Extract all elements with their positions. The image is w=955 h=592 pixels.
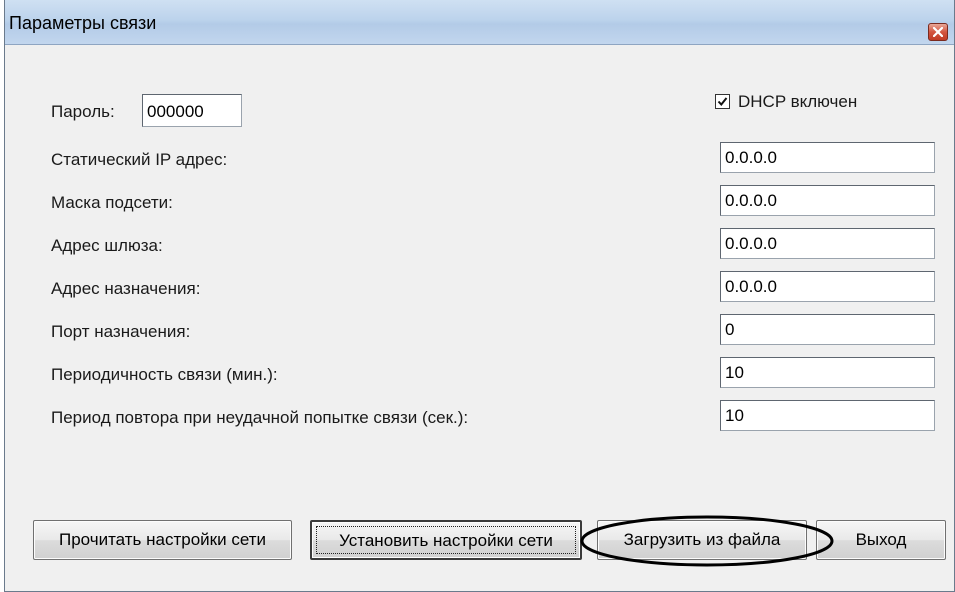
dialog-body: Пароль: 000000 DHCP включен Статический …: [9, 48, 946, 584]
destination-address-field[interactable]: 0.0.0.0: [720, 271, 935, 302]
window-title: Параметры связи: [9, 13, 157, 33]
static-ip-label: Статический IP адрес:: [51, 150, 228, 169]
subnet-mask-label: Маска подсети:: [51, 193, 173, 212]
close-button[interactable]: [928, 23, 948, 41]
set-settings-label: Установить настройки сети: [339, 531, 553, 550]
title-bar[interactable]: Параметры связи: [5, 0, 954, 45]
password-field[interactable]: 000000: [142, 94, 242, 127]
load-from-file-button[interactable]: Загрузить из файла: [597, 520, 807, 560]
close-icon: [933, 27, 943, 37]
gateway-label: Адрес шлюза:: [51, 236, 163, 255]
load-from-file-label: Загрузить из файла: [623, 530, 781, 549]
dhcp-label: DHCP включен: [738, 92, 858, 111]
connection-period-label: Периодичность связи (мин.):: [51, 365, 278, 384]
subnet-mask-field[interactable]: 0.0.0.0: [720, 185, 935, 216]
connection-period-field[interactable]: 10: [720, 357, 935, 388]
password-label: Пароль:: [51, 102, 115, 121]
read-settings-button[interactable]: Прочитать настройки сети: [33, 520, 292, 560]
read-settings-label: Прочитать настройки сети: [58, 530, 266, 549]
dialog-window: Параметры связи Пароль: 000000 DHCP вклю…: [4, 0, 955, 592]
destination-address-label: Адрес назначения:: [51, 279, 201, 298]
destination-port-field[interactable]: 0: [720, 314, 935, 345]
set-settings-button[interactable]: Установить настройки сети: [310, 520, 582, 560]
retry-period-field[interactable]: 10: [720, 400, 935, 431]
destination-port-label: Порт назначения:: [51, 322, 191, 341]
gateway-field[interactable]: 0.0.0.0: [720, 228, 935, 259]
dhcp-checkbox[interactable]: [715, 94, 730, 109]
exit-button[interactable]: Выход: [816, 520, 946, 560]
exit-label: Выход: [855, 530, 907, 549]
checkmark-icon: [717, 97, 728, 107]
retry-period-label: Период повтора при неудачной попытке свя…: [51, 408, 469, 427]
static-ip-field[interactable]: 0.0.0.0: [720, 142, 935, 173]
